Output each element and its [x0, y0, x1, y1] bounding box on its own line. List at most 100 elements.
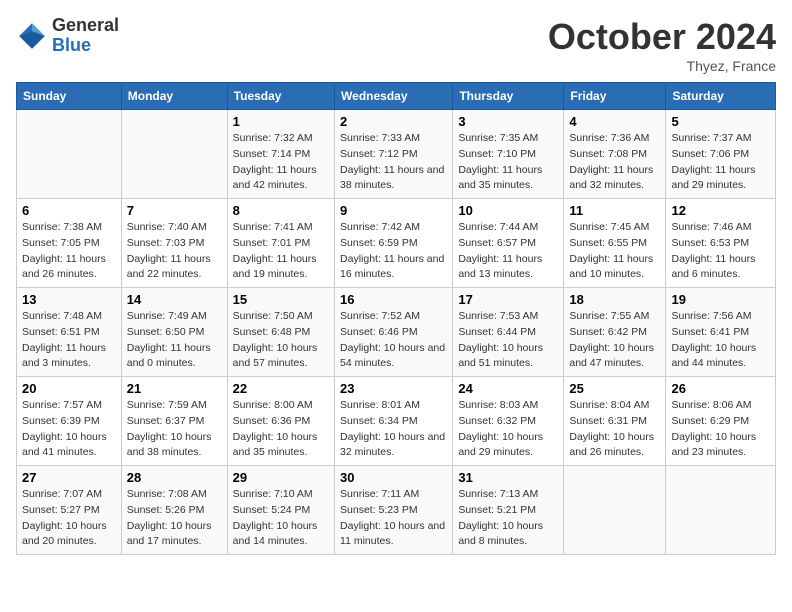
- cell-w2-d4: 10 Sunrise: 7:44 AMSunset: 6:57 PMDayligh…: [453, 199, 564, 288]
- cell-w4-d6: 26 Sunrise: 8:06 AMSunset: 6:29 PMDayligh…: [666, 377, 776, 466]
- day-detail: Sunrise: 7:08 AMSunset: 5:26 PMDaylight:…: [127, 487, 222, 550]
- day-detail: Sunrise: 8:06 AMSunset: 6:29 PMDaylight:…: [671, 398, 770, 461]
- logo-text: General Blue: [52, 16, 119, 56]
- day-detail: Sunrise: 7:52 AMSunset: 6:46 PMDaylight:…: [340, 309, 447, 372]
- cell-w1-d4: 3 Sunrise: 7:35 AMSunset: 7:10 PMDaylight…: [453, 110, 564, 199]
- day-number: 12: [671, 203, 770, 218]
- page-header: General Blue October 2024 Thyez, France: [16, 16, 776, 74]
- day-number: 27: [22, 470, 116, 485]
- cell-w5-d2: 29Sunrise: 7:10 AMSunset: 5:24 PMDayligh…: [227, 466, 334, 555]
- day-detail: Sunrise: 7:55 AMSunset: 6:42 PMDaylight:…: [569, 309, 660, 372]
- cell-w3-d4: 17Sunrise: 7:53 AMSunset: 6:44 PMDayligh…: [453, 288, 564, 377]
- day-detail: Sunrise: 8:01 AMSunset: 6:34 PMDaylight:…: [340, 398, 447, 461]
- day-detail: Sunrise: 7:11 AMSunset: 5:23 PMDaylight:…: [340, 487, 447, 550]
- day-detail: Sunrise: 8:04 AMSunset: 6:31 PMDaylight:…: [569, 398, 660, 461]
- week-row-3: 13Sunrise: 7:48 AMSunset: 6:51 PMDayligh…: [17, 288, 776, 377]
- day-number: 31: [458, 470, 558, 485]
- day-number: 30: [340, 470, 447, 485]
- day-detail: Sunrise: 7:59 AMSunset: 6:37 PMDaylight:…: [127, 398, 222, 461]
- day-detail: Sunrise: 7:35 AMSunset: 7:10 PMDaylight:…: [458, 131, 558, 194]
- day-number: 19: [671, 292, 770, 307]
- day-detail: Sunrise: 7:56 AMSunset: 6:41 PMDaylight:…: [671, 309, 770, 372]
- day-number: 25: [569, 381, 660, 396]
- cell-w5-d6: [666, 466, 776, 555]
- day-detail: Sunrise: 7:45 AMSunset: 6:55 PMDaylight:…: [569, 220, 660, 283]
- day-detail: Sunrise: 7:44 AMSunset: 6:57 PMDaylight:…: [458, 220, 558, 283]
- day-number: 26: [671, 381, 770, 396]
- cell-w5-d0: 27 Sunrise: 7:07 AMSunset: 5:27 PMDayligh…: [17, 466, 122, 555]
- day-detail: Sunrise: 7:50 AMSunset: 6:48 PMDaylight:…: [233, 309, 329, 372]
- day-number: 1: [233, 114, 329, 129]
- cell-w2-d5: 11 Sunrise: 7:45 AMSunset: 6:55 PMDayligh…: [564, 199, 666, 288]
- day-detail: Sunrise: 7:46 AMSunset: 6:53 PMDaylight:…: [671, 220, 770, 283]
- cell-w1-d1: [121, 110, 227, 199]
- logo: General Blue: [16, 16, 119, 56]
- day-number: 16: [340, 292, 447, 307]
- day-detail: Sunrise: 7:49 AMSunset: 6:50 PMDaylight:…: [127, 309, 222, 372]
- day-detail: Sunrise: 7:38 AMSunset: 7:05 PMDaylight:…: [22, 220, 116, 283]
- cell-w5-d4: 31Sunrise: 7:13 AMSunset: 5:21 PMDayligh…: [453, 466, 564, 555]
- day-number: 24: [458, 381, 558, 396]
- day-detail: Sunrise: 7:32 AMSunset: 7:14 PMDaylight:…: [233, 131, 329, 194]
- day-detail: Sunrise: 8:00 AMSunset: 6:36 PMDaylight:…: [233, 398, 329, 461]
- cell-w5-d1: 28Sunrise: 7:08 AMSunset: 5:26 PMDayligh…: [121, 466, 227, 555]
- cell-w2-d3: 9Sunrise: 7:42 AMSunset: 6:59 PMDaylight…: [335, 199, 453, 288]
- day-number: 18: [569, 292, 660, 307]
- cell-w3-d1: 14Sunrise: 7:49 AMSunset: 6:50 PMDayligh…: [121, 288, 227, 377]
- cell-w1-d0: [17, 110, 122, 199]
- logo-blue: Blue: [52, 36, 119, 56]
- cell-w2-d6: 12 Sunrise: 7:46 AMSunset: 6:53 PMDayligh…: [666, 199, 776, 288]
- day-detail: Sunrise: 7:53 AMSunset: 6:44 PMDaylight:…: [458, 309, 558, 372]
- cell-w2-d2: 8 Sunrise: 7:41 AMSunset: 7:01 PMDaylight…: [227, 199, 334, 288]
- day-detail: Sunrise: 8:03 AMSunset: 6:32 PMDaylight:…: [458, 398, 558, 461]
- logo-icon: [16, 20, 48, 52]
- cell-w4-d0: 20 Sunrise: 7:57 AMSunset: 6:39 PMDayligh…: [17, 377, 122, 466]
- week-row-5: 27 Sunrise: 7:07 AMSunset: 5:27 PMDayligh…: [17, 466, 776, 555]
- cell-w3-d5: 18 Sunrise: 7:55 AMSunset: 6:42 PMDayligh…: [564, 288, 666, 377]
- day-number: 21: [127, 381, 222, 396]
- day-detail: Sunrise: 7:41 AMSunset: 7:01 PMDaylight:…: [233, 220, 329, 283]
- cell-w3-d6: 19 Sunrise: 7:56 AMSunset: 6:41 PMDayligh…: [666, 288, 776, 377]
- cell-w3-d0: 13Sunrise: 7:48 AMSunset: 6:51 PMDayligh…: [17, 288, 122, 377]
- title-area: October 2024 Thyez, France: [548, 16, 776, 74]
- header-monday: Monday: [121, 83, 227, 110]
- day-detail: Sunrise: 7:07 AMSunset: 5:27 PMDaylight:…: [22, 487, 116, 550]
- day-number: 11: [569, 203, 660, 218]
- cell-w4-d2: 22 Sunrise: 8:00 AMSunset: 6:36 PMDayligh…: [227, 377, 334, 466]
- week-row-4: 20 Sunrise: 7:57 AMSunset: 6:39 PMDayligh…: [17, 377, 776, 466]
- day-number: 10: [458, 203, 558, 218]
- calendar-header: Sunday Monday Tuesday Wednesday Thursday…: [17, 83, 776, 110]
- day-detail: Sunrise: 7:48 AMSunset: 6:51 PMDaylight:…: [22, 309, 116, 372]
- day-number: 6: [22, 203, 116, 218]
- header-tuesday: Tuesday: [227, 83, 334, 110]
- week-row-2: 6 Sunrise: 7:38 AMSunset: 7:05 PMDaylight…: [17, 199, 776, 288]
- day-number: 3: [458, 114, 558, 129]
- cell-w1-d2: 1 Sunrise: 7:32 AMSunset: 7:14 PMDaylight…: [227, 110, 334, 199]
- cell-w1-d5: 4 Sunrise: 7:36 AMSunset: 7:08 PMDaylight…: [564, 110, 666, 199]
- day-detail: Sunrise: 7:57 AMSunset: 6:39 PMDaylight:…: [22, 398, 116, 461]
- cell-w4-d4: 24 Sunrise: 8:03 AMSunset: 6:32 PMDayligh…: [453, 377, 564, 466]
- cell-w2-d1: 7 Sunrise: 7:40 AMSunset: 7:03 PMDaylight…: [121, 199, 227, 288]
- day-number: 4: [569, 114, 660, 129]
- day-number: 22: [233, 381, 329, 396]
- header-saturday: Saturday: [666, 83, 776, 110]
- weekday-header-row: Sunday Monday Tuesday Wednesday Thursday…: [17, 83, 776, 110]
- day-detail: Sunrise: 7:40 AMSunset: 7:03 PMDaylight:…: [127, 220, 222, 283]
- cell-w3-d2: 15Sunrise: 7:50 AMSunset: 6:48 PMDayligh…: [227, 288, 334, 377]
- day-number: 8: [233, 203, 329, 218]
- week-row-1: 1 Sunrise: 7:32 AMSunset: 7:14 PMDaylight…: [17, 110, 776, 199]
- day-number: 7: [127, 203, 222, 218]
- day-detail: Sunrise: 7:36 AMSunset: 7:08 PMDaylight:…: [569, 131, 660, 194]
- cell-w5-d5: [564, 466, 666, 555]
- location: Thyez, France: [548, 58, 776, 74]
- header-wednesday: Wednesday: [335, 83, 453, 110]
- day-number: 23: [340, 381, 447, 396]
- cell-w1-d6: 5Sunrise: 7:37 AMSunset: 7:06 PMDaylight…: [666, 110, 776, 199]
- day-number: 20: [22, 381, 116, 396]
- month-title: October 2024: [548, 16, 776, 58]
- cell-w1-d3: 2Sunrise: 7:33 AMSunset: 7:12 PMDaylight…: [335, 110, 453, 199]
- cell-w3-d3: 16 Sunrise: 7:52 AMSunset: 6:46 PMDayligh…: [335, 288, 453, 377]
- cell-w4-d5: 25 Sunrise: 8:04 AMSunset: 6:31 PMDayligh…: [564, 377, 666, 466]
- cell-w5-d3: 30 Sunrise: 7:11 AMSunset: 5:23 PMDayligh…: [335, 466, 453, 555]
- day-number: 9: [340, 203, 447, 218]
